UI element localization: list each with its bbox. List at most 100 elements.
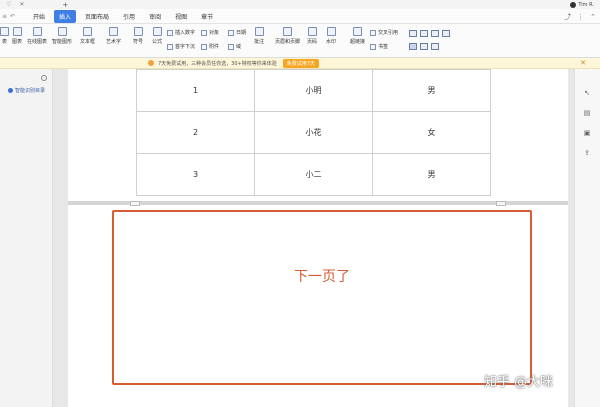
heart-icon[interactable]: ♡: [6, 1, 11, 8]
omega-icon: [133, 27, 143, 36]
layout-option-2[interactable]: [420, 30, 428, 37]
paperclip-icon: [201, 43, 207, 50]
field-button[interactable]: 域: [228, 43, 241, 50]
watermark-button[interactable]: 水印: [326, 27, 336, 45]
trial-notice-bar: 7天免费试用，三种会员任你选，30+特权等你来体验 免费试用7天 ✕: [0, 58, 600, 69]
menu-bar: ≡ ↶ 开始 插入 页面布局 引用 审阅 视图 章节 ⤴ ⋮ ⌃: [0, 9, 600, 24]
textbox-button[interactable]: 文本框: [80, 27, 95, 45]
header-footer-button[interactable]: 页眉和页脚: [275, 27, 300, 45]
bookmark-button[interactable]: 书签: [370, 43, 388, 50]
annotation-button[interactable]: 批注: [254, 27, 264, 45]
pi-icon: [152, 27, 162, 36]
table-cell[interactable]: 3: [136, 153, 255, 196]
title-bar: ♡ ✕ + Tim R.: [0, 0, 600, 9]
drop-cap-icon: [167, 43, 173, 50]
quick-access: ≡ ↶: [2, 13, 28, 20]
tab-insert[interactable]: 插入: [54, 9, 77, 23]
table-row: 1 小明 男: [136, 69, 491, 112]
undo-icon[interactable]: ↶: [10, 13, 15, 20]
share-icon[interactable]: ⇪: [583, 149, 591, 157]
art-text-icon: [109, 27, 118, 36]
cross-ref-icon: [370, 29, 376, 36]
tab-reference[interactable]: 引用: [118, 10, 140, 23]
textbox-icon: [83, 27, 92, 36]
hyperlink-button[interactable]: 超链接: [350, 27, 365, 45]
watermark-icon: [326, 27, 336, 36]
smart-shape-button[interactable]: 智能图形: [52, 27, 72, 45]
table-cell[interactable]: 1: [136, 69, 255, 112]
symbol-button[interactable]: 符号: [133, 27, 143, 45]
smart-toc-button[interactable]: 智能识别目录: [8, 87, 45, 94]
page-corner-mark: [496, 201, 506, 206]
field-icon: [228, 43, 234, 50]
tab-start[interactable]: 开始: [28, 10, 50, 23]
menu-list-icon[interactable]: ≡: [2, 13, 7, 20]
layout-option-5[interactable]: [409, 43, 417, 50]
toc-icon: [8, 88, 13, 93]
chart-icon: [12, 27, 22, 36]
bookmark-icon: [370, 43, 376, 50]
avatar: [570, 1, 577, 8]
online-chart-button[interactable]: 在线图表: [27, 27, 47, 45]
text-box[interactable]: 下一页了: [112, 210, 532, 385]
layout-option-1[interactable]: [409, 30, 417, 37]
table-cell[interactable]: 小二: [254, 153, 373, 196]
table-cell[interactable]: 女: [372, 111, 491, 154]
notice-text: 7天免费试用，三种会员任你选，30+特权等你来体验: [158, 60, 277, 67]
pointer-icon[interactable]: ↖: [583, 89, 591, 97]
menu-right-tools: ⤴ ⋮ ⌃: [558, 9, 596, 24]
page-number-button[interactable]: 页码: [307, 27, 317, 45]
document-area[interactable]: 1 小明 男 2 小花 女 3 小二 男 下一页了: [54, 69, 574, 407]
object-icon: [201, 29, 207, 36]
table-button[interactable]: 表: [0, 27, 9, 45]
table-cell[interactable]: 男: [372, 69, 491, 112]
free-trial-button[interactable]: 免费试用7天: [282, 58, 319, 68]
comment-icon: [254, 27, 264, 36]
layout-option-4[interactable]: [442, 30, 450, 37]
new-tab-icon[interactable]: +: [62, 1, 68, 9]
ribbon-insert: 表 图表 在线图表 智能图形 文本框 艺术字 符号 公式 插入数字 对象 日期 …: [0, 24, 600, 58]
online-chart-icon: [32, 27, 42, 36]
calendar-icon: [228, 29, 234, 36]
table-cell[interactable]: 2: [136, 111, 255, 154]
art-text-button[interactable]: 艺术字: [106, 27, 121, 45]
navigation-panel: 智能识别目录: [0, 69, 53, 407]
student-table[interactable]: 1 小明 男 2 小花 女 3 小二 男: [136, 69, 491, 196]
close-tab-icon[interactable]: ✕: [19, 1, 24, 8]
tab-view[interactable]: 视图: [170, 10, 192, 23]
table-row: 3 小二 男: [136, 153, 491, 196]
layout-option-3[interactable]: [431, 30, 439, 37]
formula-button[interactable]: 公式: [152, 27, 162, 45]
date-button[interactable]: 日期: [228, 29, 246, 36]
number-icon: [167, 29, 173, 36]
page-1[interactable]: 1 小明 男 2 小花 女 3 小二 男: [68, 69, 568, 201]
tab-review[interactable]: 审阅: [144, 10, 166, 23]
attachment-button[interactable]: 附件: [201, 43, 219, 50]
tab-page-layout[interactable]: 页面布局: [80, 10, 114, 23]
watermark-text: 知乎 @大咪: [484, 375, 554, 390]
format-icon[interactable]: ▣: [583, 129, 591, 137]
layout-option-7[interactable]: [431, 43, 439, 50]
smart-shape-icon: [57, 27, 67, 36]
cross-reference-button[interactable]: 交叉引用: [370, 29, 398, 36]
insert-number-button[interactable]: 插入数字: [167, 29, 195, 36]
chart-button[interactable]: 图表: [12, 27, 22, 45]
tab-chapter[interactable]: 章节: [196, 10, 218, 23]
collapse-icon[interactable]: ⌃: [590, 13, 596, 21]
more-icon[interactable]: ⋮: [577, 13, 584, 21]
layout-option-6[interactable]: [420, 43, 428, 50]
table-cell[interactable]: 小明: [254, 69, 373, 112]
drop-cap-button[interactable]: 首字下沉: [167, 43, 195, 50]
info-icon: [148, 60, 154, 66]
gear-icon[interactable]: [41, 75, 47, 81]
link-icon: [353, 27, 362, 36]
page-corner-mark: [130, 201, 140, 206]
table-cell[interactable]: 小花: [254, 111, 373, 154]
style-icon[interactable]: ▤: [583, 109, 591, 117]
table-icon: [0, 27, 9, 36]
share-icon[interactable]: ⤴: [564, 12, 571, 22]
table-cell[interactable]: 男: [372, 153, 491, 196]
object-button[interactable]: 对象: [201, 29, 219, 36]
user-account[interactable]: Tim R.: [570, 0, 594, 9]
close-icon[interactable]: ✕: [580, 59, 586, 67]
